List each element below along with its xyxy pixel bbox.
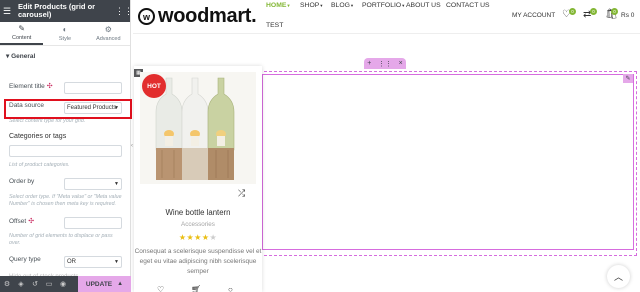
star-icon: ★ <box>201 233 210 242</box>
history-icon[interactable]: ↺ <box>28 280 42 288</box>
nav-item-shop[interactable]: SHOP▾ <box>300 2 323 9</box>
navigator-icon[interactable]: ◈ <box>14 280 28 288</box>
order-by-help: Select order type. If "Meta value" or "M… <box>9 194 122 207</box>
data-source-help: Select content type for your grid. <box>9 118 86 124</box>
panel-footer: ⚙ ◈ ↺ ▭ ◉ UPDATE ▲ <box>0 276 131 292</box>
scroll-to-top-button[interactable]: ︿ <box>607 265 630 288</box>
chevron-up-icon: ︿ <box>613 272 623 282</box>
panel-header: ☰ Edit Products (grid or carousel) ⋮⋮ <box>0 0 133 22</box>
tab-advanced[interactable]: ⚙ Advanced <box>87 22 130 45</box>
widget-outline[interactable] <box>262 74 634 250</box>
my-account-link[interactable]: MY ACCOUNT <box>512 12 555 19</box>
pencil-icon: ✎ <box>18 24 26 33</box>
section-general-toggle[interactable]: ▾ General <box>0 46 130 66</box>
site-logo[interactable]: w woodmart. <box>138 5 257 28</box>
quick-view-search-icon[interactable]: ○ <box>228 285 233 292</box>
section-general-label: General <box>11 53 36 60</box>
nav-item-test[interactable]: TEST <box>266 22 283 29</box>
categories-control <box>9 145 122 158</box>
chevron-up-icon[interactable]: ▲ <box>117 281 123 287</box>
star-icon: ★ <box>194 233 202 242</box>
categories-label: Categories or tags <box>9 133 67 140</box>
star-icon: ★ <box>209 233 218 242</box>
query-type-value: OR <box>67 259 76 265</box>
star-icon: ★ <box>186 233 195 242</box>
product-description: Consequat a scelerisque suspendisse vel … <box>134 248 262 275</box>
order-by-control: Order by ▼ <box>9 178 122 192</box>
element-title-input[interactable] <box>64 82 122 94</box>
annotation-highlight-box <box>4 99 132 119</box>
responsive-icon[interactable]: ▭ <box>42 280 56 288</box>
section-controls: + ⋮⋮ × <box>364 58 406 69</box>
settings-icon[interactable]: ⚙ <box>0 280 14 288</box>
edit-widget-pencil-icon[interactable]: ✎ <box>623 74 633 83</box>
nav-item-home[interactable]: HOME▾ <box>266 2 290 9</box>
categories-input[interactable] <box>9 145 122 157</box>
dynamic-tags-icon[interactable]: ✣ <box>28 218 34 225</box>
nav-item-blog[interactable]: BLOG▾ <box>331 2 353 9</box>
gear-icon: ⚙ <box>104 25 112 34</box>
star-rating: ★★★★★ <box>134 233 262 242</box>
select-caret-icon: ▼ <box>114 259 119 265</box>
select-caret-icon: ▼ <box>114 181 119 187</box>
offset-label: Offset <box>9 218 27 225</box>
drag-handle-icon[interactable]: ⋮⋮ <box>378 60 392 68</box>
header-divider <box>133 33 640 34</box>
hamburger-menu-icon[interactable]: ☰ <box>3 6 15 17</box>
dynamic-tags-icon[interactable]: ✣ <box>47 83 53 90</box>
panel-tabs: ✎ Content ◐ Style ⚙ Advanced <box>0 22 130 46</box>
logo-text: woodmart. <box>158 5 257 27</box>
add-to-cart-icon[interactable]: 🛒︎ <box>191 285 201 292</box>
update-button[interactable]: UPDATE ▲ <box>78 276 131 292</box>
caret-down-icon: ▾ <box>6 53 10 60</box>
delete-section-icon[interactable]: × <box>399 60 403 67</box>
chevron-down-icon: ▾ <box>402 3 405 8</box>
tab-advanced-label: Advanced <box>96 36 121 42</box>
preview-eye-icon[interactable]: ◉ <box>56 280 70 288</box>
product-title[interactable]: Wine bottle lantern <box>134 208 262 217</box>
panel-title: Edit Products (grid or carousel) <box>18 2 96 19</box>
logo-w-icon: w <box>138 8 155 25</box>
query-type-control: Query type OR ▼ <box>9 256 122 270</box>
hot-badge: HOT <box>142 74 166 98</box>
order-by-label: Order by <box>9 178 35 185</box>
editor-panel: ☰ Edit Products (grid or carousel) ⋮⋮ ✎ … <box>0 0 133 292</box>
compare-count-badge: 0 <box>590 8 597 15</box>
query-type-label: Query type <box>9 256 41 263</box>
add-section-icon[interactable]: + <box>367 60 371 67</box>
cart-count-badge: 0 <box>611 8 618 15</box>
offset-help: Number of grid elements to displace or p… <box>9 233 113 246</box>
categories-help: List of product categories. <box>9 162 70 168</box>
query-type-select[interactable]: OR ▼ <box>64 256 122 268</box>
tab-style-label: Style <box>58 36 72 42</box>
nav-item-contact-us[interactable]: CONTACT US <box>446 2 490 9</box>
wishlist-count-badge: 0 <box>569 8 576 15</box>
widgets-grid-icon[interactable]: ⋮⋮ <box>115 6 133 17</box>
nav-item-portfolio[interactable]: PORTFOLIO▾ <box>362 2 404 9</box>
chevron-down-icon: ▾ <box>320 3 323 8</box>
order-by-select[interactable]: ▼ <box>64 178 122 190</box>
half-circle-icon: ◐ <box>62 25 68 34</box>
product-category[interactable]: Accessories <box>134 221 262 228</box>
cart-total[interactable]: Rs 0 <box>621 12 634 19</box>
tab-style[interactable]: ◐ Style <box>43 22 86 45</box>
update-label: UPDATE <box>85 280 113 288</box>
offset-control: Offset ✣ <box>9 217 122 231</box>
element-title-label: Element title <box>9 83 45 90</box>
element-title-control: Element title ✣ <box>9 82 122 96</box>
compare-shuffle-icon[interactable]: ⤮ <box>238 188 245 199</box>
wishlist-heart-icon[interactable]: ♡ <box>157 285 164 292</box>
chevron-down-icon: ▾ <box>350 3 354 8</box>
chevron-down-icon: ▾ <box>287 3 290 8</box>
tab-content-label: Content <box>12 35 32 41</box>
offset-input[interactable] <box>64 217 122 229</box>
nav-item-about-us[interactable]: ABOUT US <box>406 2 441 9</box>
tab-content[interactable]: ✎ Content <box>0 22 44 45</box>
